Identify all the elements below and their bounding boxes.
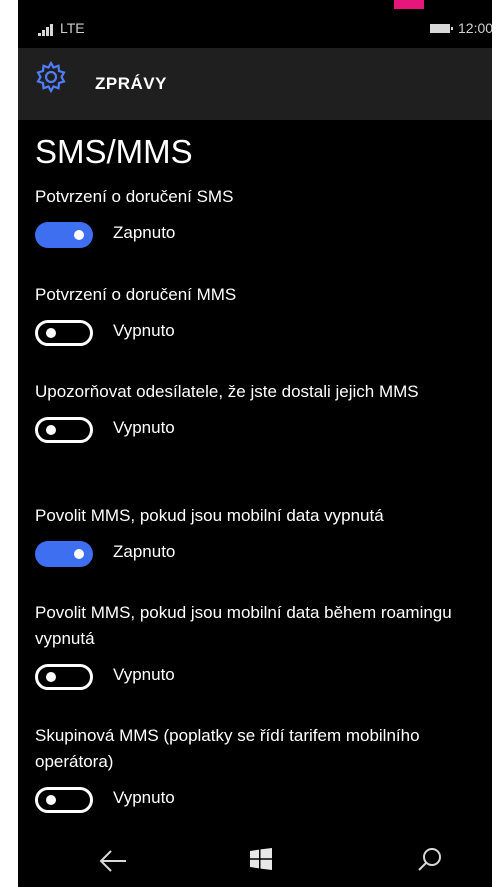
toggle-switch[interactable] bbox=[35, 417, 93, 443]
setting-allow-mms-roaming: Povolit MMS, pokud jsou mobilní data běh… bbox=[35, 600, 485, 694]
phone-screen: LTE 12:00 ZPRÁVY SMS/MMS Potvrzení o dor… bbox=[18, 0, 492, 887]
network-type: LTE bbox=[60, 20, 85, 36]
toggle-row: Zapnuto bbox=[35, 222, 485, 252]
toggle-state-label: Vypnuto bbox=[113, 665, 175, 684]
search-icon[interactable] bbox=[416, 846, 444, 874]
gear-icon[interactable] bbox=[34, 60, 68, 94]
toggle-knob bbox=[74, 230, 84, 240]
battery-icon bbox=[430, 24, 453, 33]
page-title: SMS/MMS bbox=[35, 133, 193, 170]
setting-label: Povolit MMS, pokud jsou mobilní data vyp… bbox=[35, 506, 384, 525]
toggle-knob bbox=[46, 328, 56, 338]
navigation-bar bbox=[18, 838, 492, 887]
toggle-row: Vypnuto bbox=[35, 320, 485, 350]
toggle-state-label: Vypnuto bbox=[113, 788, 175, 807]
setting-label: Potvrzení o doručení MMS bbox=[35, 285, 237, 304]
toggle-knob bbox=[46, 795, 56, 805]
app-title: ZPRÁVY bbox=[95, 74, 167, 93]
toggle-switch[interactable] bbox=[35, 787, 93, 813]
toggle-knob bbox=[74, 549, 84, 559]
setting-allow-mms-data-off: Povolit MMS, pokud jsou mobilní data vyp… bbox=[35, 503, 485, 571]
windows-start-icon[interactable] bbox=[250, 848, 272, 870]
toggle-row: Vypnuto bbox=[35, 787, 485, 817]
toggle-switch[interactable] bbox=[35, 664, 93, 690]
setting-sms-delivery-report: Potvrzení o doručení SMS Zapnuto bbox=[35, 184, 485, 252]
toggle-knob bbox=[46, 425, 56, 435]
setting-notify-sender: Upozorňovat odesílatele, že jste dostali… bbox=[35, 379, 485, 447]
app-bar: ZPRÁVY bbox=[18, 48, 492, 120]
clock: 12:00 bbox=[458, 20, 492, 36]
setting-mms-delivery-report: Potvrzení o doručení MMS Vypnuto bbox=[35, 282, 485, 350]
toggle-row: Vypnuto bbox=[35, 417, 485, 447]
toggle-switch[interactable] bbox=[35, 222, 93, 248]
toggle-state-label: Vypnuto bbox=[113, 321, 175, 340]
toggle-state-label: Zapnuto bbox=[113, 542, 176, 561]
toggle-row: Vypnuto bbox=[35, 664, 485, 694]
setting-label: Povolit MMS, pokud jsou mobilní data běh… bbox=[35, 603, 452, 648]
toggle-row: Zapnuto bbox=[35, 541, 485, 571]
setting-group-mms: Skupinová MMS (poplatky se řídí tarifem … bbox=[35, 723, 485, 817]
setting-label: Upozorňovat odesílatele, že jste dostali… bbox=[35, 382, 419, 401]
back-arrow-icon[interactable] bbox=[98, 848, 128, 874]
highlight-marker bbox=[394, 0, 424, 9]
toggle-switch[interactable] bbox=[35, 541, 93, 567]
setting-label: Potvrzení o doručení SMS bbox=[35, 187, 234, 206]
toggle-state-label: Vypnuto bbox=[113, 418, 175, 437]
signal-strength-icon bbox=[38, 24, 53, 36]
toggle-state-label: Zapnuto bbox=[113, 223, 176, 242]
toggle-switch[interactable] bbox=[35, 320, 93, 346]
toggle-knob bbox=[46, 672, 56, 682]
setting-label: Skupinová MMS (poplatky se řídí tarifem … bbox=[35, 726, 420, 771]
